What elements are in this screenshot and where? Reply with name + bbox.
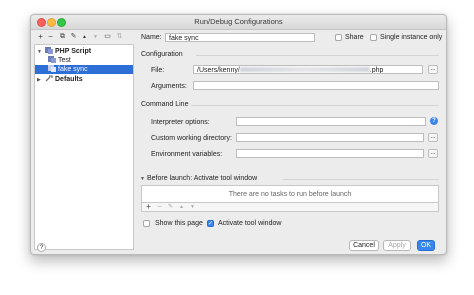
file-field[interactable]: /Users/kenny/ .php <box>193 65 423 74</box>
activate-tool-window-checkbox[interactable]: ✓ <box>207 220 214 227</box>
command-line-section-title: Command Line <box>141 101 189 108</box>
sort-icon[interactable]: ⇅ <box>115 32 124 42</box>
tree-item-label: Test <box>58 57 71 64</box>
before-launch-expand-icon[interactable]: ▼ <box>140 176 145 182</box>
environment-variables-label: Environment variables: <box>151 151 223 158</box>
tree-item-label: fake sync <box>58 66 88 73</box>
interpreter-options-label: Interpreter options: <box>151 119 210 126</box>
task-down-icon[interactable]: ▼ <box>188 202 197 212</box>
share-label: Share <box>345 34 364 41</box>
move-up-icon[interactable]: ▲ <box>80 32 89 42</box>
interpreter-options-field[interactable] <box>236 117 426 126</box>
browse-file-button[interactable]: ... <box>428 65 438 74</box>
move-down-icon[interactable]: ▼ <box>91 32 100 42</box>
section-divider <box>283 179 439 180</box>
share-checkbox[interactable] <box>335 34 342 41</box>
before-launch-title: Before launch: Activate tool window <box>147 175 258 182</box>
file-path-redacted <box>239 67 370 72</box>
wrench-icon <box>45 75 53 82</box>
browse-directory-button[interactable]: ... <box>428 133 438 142</box>
activate-tool-window-label: Activate tool window <box>218 220 282 227</box>
single-instance-label: Single instance only <box>380 34 443 41</box>
php-config-icon <box>48 56 56 63</box>
window-title: Run/Debug Configurations <box>194 17 283 26</box>
tree-item-label: PHP Script <box>55 48 92 55</box>
file-path-suffix: .php <box>369 67 384 74</box>
environment-variables-field[interactable] <box>236 149 424 158</box>
help-icon[interactable]: ? <box>430 117 438 125</box>
copy-icon[interactable]: ⧉ <box>58 32 67 42</box>
single-instance-checkbox[interactable] <box>370 34 377 41</box>
folder-icon[interactable]: ▭ <box>103 32 112 42</box>
tree-item-defaults[interactable]: ▶ Defaults <box>37 75 131 84</box>
collapsed-arrow-icon[interactable]: ▶ <box>37 76 45 85</box>
run-debug-configurations-dialog: Run/Debug Configurations + − ⧉ ✎ ▲ ▼ ▭ ⇅… <box>30 14 447 255</box>
show-this-page-checkbox[interactable] <box>143 220 150 227</box>
add-task-icon[interactable]: + <box>144 202 153 212</box>
task-up-icon[interactable]: ▲ <box>177 202 186 212</box>
edit-task-icon[interactable]: ✎ <box>166 202 175 212</box>
before-launch-toolbar: + − ✎ ▲ ▼ <box>141 202 439 212</box>
title-bar: Run/Debug Configurations <box>31 15 446 30</box>
tree-item-fake-sync[interactable]: fake sync <box>35 65 133 74</box>
section-divider <box>191 105 439 106</box>
ok-button[interactable]: OK <box>417 240 435 251</box>
php-config-icon <box>48 65 56 72</box>
file-path-prefix: /Users/kenny/ <box>197 67 240 74</box>
tree-item-label: Defaults <box>55 76 83 83</box>
edit-defaults-icon[interactable]: ✎ <box>69 32 78 42</box>
tree-item-test[interactable]: Test <box>45 56 131 65</box>
remove-icon[interactable]: − <box>46 32 55 42</box>
custom-working-directory-label: Custom working directory: <box>151 135 232 142</box>
config-toolbar: + − ⧉ ✎ ▲ ▼ ▭ ⇅ <box>34 32 134 42</box>
apply-button[interactable]: Apply <box>383 240 411 251</box>
edit-environment-button[interactable]: ... <box>428 149 438 158</box>
expanded-arrow-icon[interactable]: ▼ <box>37 48 45 57</box>
empty-tasks-text: There are no tasks to run before launch <box>228 191 352 198</box>
tree-item-php-script[interactable]: ▼ PHP Script <box>37 47 131 56</box>
section-divider <box>196 55 439 56</box>
show-this-page-label: Show this page <box>155 220 203 227</box>
arguments-field[interactable] <box>193 81 439 90</box>
remove-task-icon[interactable]: − <box>155 202 164 212</box>
configuration-tree[interactable]: ▼ PHP Script Test fake sync ▶ Defaults <box>34 44 134 250</box>
cancel-button[interactable]: Cancel <box>349 240 379 251</box>
name-field[interactable]: fake sync <box>165 33 315 42</box>
add-icon[interactable]: + <box>36 32 45 42</box>
configuration-section-title: Configuration <box>141 51 183 58</box>
name-label: Name: <box>141 34 162 41</box>
custom-working-directory-field[interactable] <box>236 133 424 142</box>
help-button[interactable]: ? <box>37 243 46 252</box>
file-label: File: <box>151 67 165 74</box>
arguments-label: Arguments: <box>151 83 187 90</box>
php-script-icon <box>45 47 53 54</box>
